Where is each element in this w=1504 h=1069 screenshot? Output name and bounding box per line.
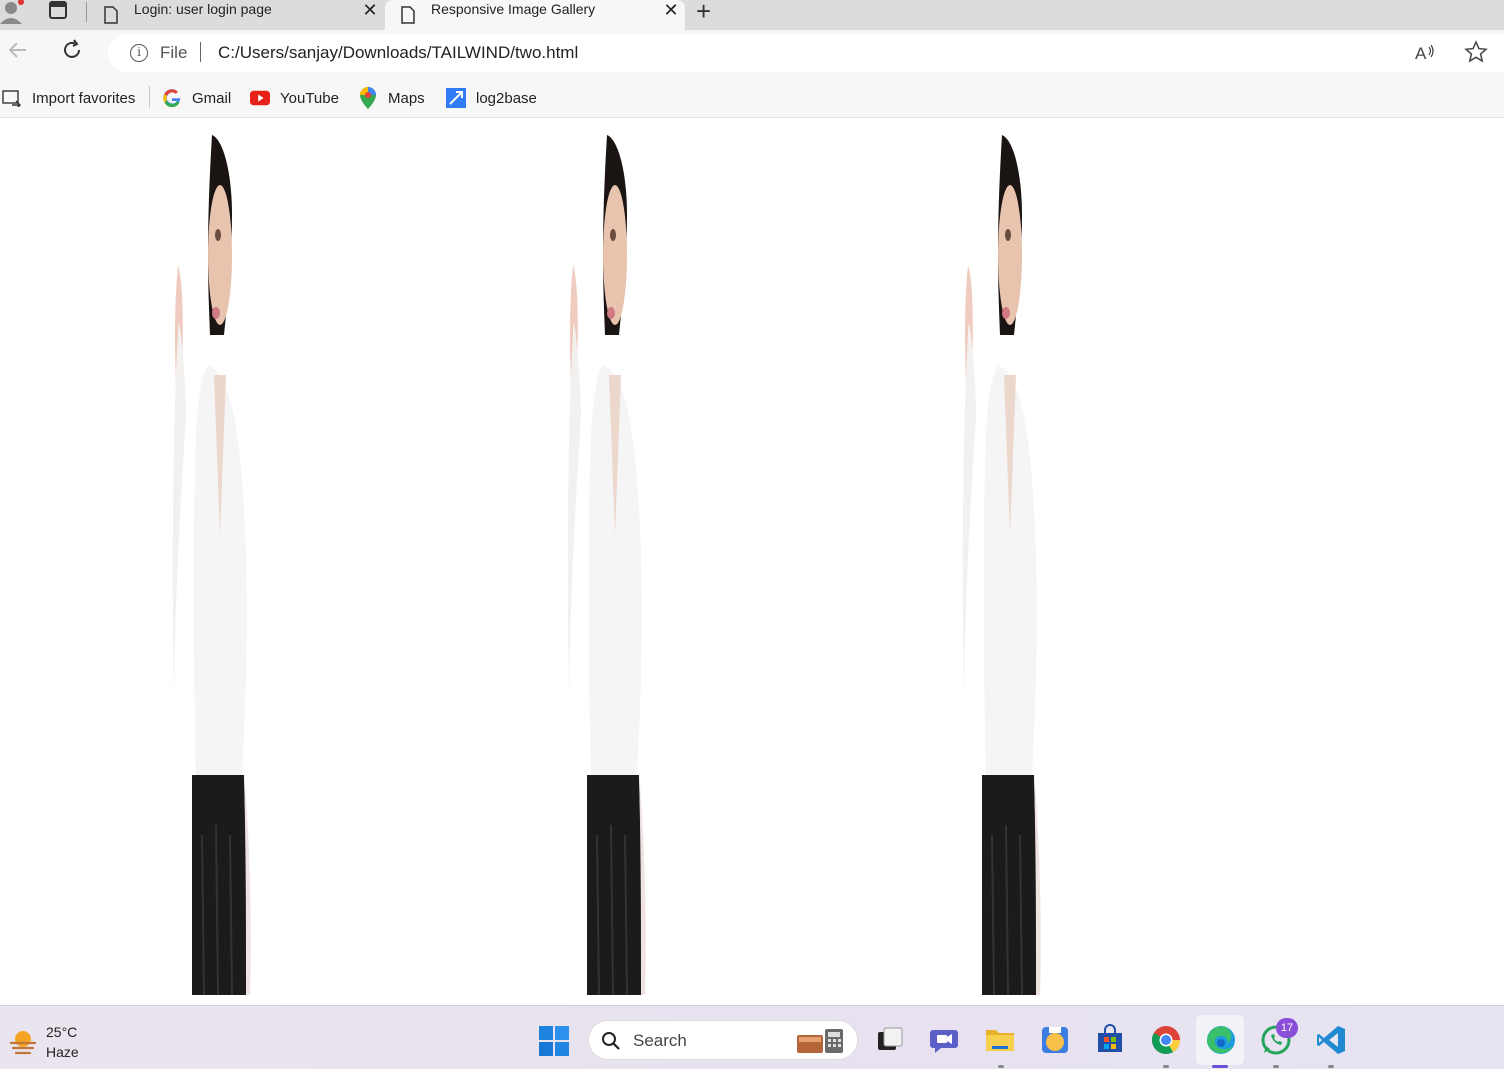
photos-icon[interactable] xyxy=(1039,1024,1071,1056)
favorite-star-icon[interactable] xyxy=(1464,40,1488,64)
browser-toolbar: i File C:/Users/sanjay/Downloads/TAILWIN… xyxy=(0,30,1504,76)
tab-title: Responsive Image Gallery xyxy=(431,1,596,17)
scheme-label: File xyxy=(160,43,188,62)
youtube-icon xyxy=(250,88,270,108)
favorite-gmail[interactable]: Gmail xyxy=(162,88,231,108)
profile-avatar-icon[interactable] xyxy=(0,0,24,24)
site-info-icon[interactable]: i xyxy=(130,44,148,62)
favorite-label: YouTube xyxy=(280,89,339,107)
document-icon xyxy=(104,6,118,24)
file-explorer-icon[interactable] xyxy=(984,1024,1016,1056)
favorites-separator xyxy=(149,86,150,108)
favorite-label: Import favorites xyxy=(32,89,136,107)
import-icon xyxy=(2,88,22,108)
favorite-label: log2base xyxy=(476,89,537,107)
tab-actions-icon[interactable] xyxy=(44,0,72,22)
favorite-label: Maps xyxy=(388,89,425,107)
favorite-import[interactable]: Import favorites xyxy=(2,88,135,108)
address-bar[interactable]: i File C:/Users/sanjay/Downloads/TAILWIN… xyxy=(108,34,1504,72)
favorite-label: Gmail xyxy=(192,89,232,107)
refresh-icon[interactable] xyxy=(60,38,84,62)
search-highlight-icon xyxy=(797,1029,843,1053)
tab-gallery[interactable]: Responsive Image Gallery ✕ xyxy=(385,0,685,30)
vscode-icon[interactable] xyxy=(1315,1024,1347,1056)
weather-condition: Haze xyxy=(46,1044,79,1060)
teams-chat-icon[interactable] xyxy=(929,1024,961,1056)
tab-title: Login: user login page xyxy=(134,1,272,17)
task-view-icon[interactable] xyxy=(874,1024,906,1056)
favorite-log2base[interactable]: log2base xyxy=(446,88,537,108)
url-text[interactable]: C:/Users/sanjay/Downloads/TAILWIND/two.h… xyxy=(218,43,578,63)
tab-separator xyxy=(86,2,87,22)
running-indicator xyxy=(1273,1065,1279,1068)
edge-icon[interactable] xyxy=(1205,1024,1237,1056)
new-tab-icon[interactable]: + xyxy=(696,0,711,27)
tab-strip: Login: user login page ✕ Responsive Imag… xyxy=(0,0,1504,30)
address-separator xyxy=(200,42,201,62)
taskbar-search-box[interactable]: Search xyxy=(588,1020,858,1060)
log2base-icon xyxy=(446,88,466,108)
favorite-youtube[interactable]: YouTube xyxy=(250,88,339,108)
active-indicator xyxy=(1212,1065,1228,1068)
gallery-image-3[interactable] xyxy=(962,135,1052,995)
search-icon xyxy=(602,1032,620,1050)
svg-text:A: A xyxy=(1415,44,1427,63)
close-tab-icon[interactable]: ✕ xyxy=(657,0,685,21)
search-label: Search xyxy=(633,1031,687,1050)
favorite-maps[interactable]: Maps xyxy=(358,87,425,109)
gallery-page xyxy=(0,119,1504,1005)
running-indicator xyxy=(998,1065,1004,1068)
maps-icon xyxy=(358,87,378,109)
start-icon[interactable] xyxy=(539,1026,569,1056)
close-tab-icon[interactable]: ✕ xyxy=(356,0,384,21)
running-indicator xyxy=(1328,1065,1334,1068)
gallery-image-1[interactable] xyxy=(172,135,262,995)
weather-temperature: 25°C xyxy=(46,1024,78,1040)
running-indicator xyxy=(1163,1065,1169,1068)
tab-login[interactable]: Login: user login page ✕ xyxy=(88,0,384,30)
document-icon xyxy=(401,6,415,24)
favorites-bar: Import favorites Gmail YouTube Maps log2… xyxy=(0,76,1504,118)
chrome-icon[interactable] xyxy=(1150,1024,1182,1056)
google-icon xyxy=(162,88,182,108)
back-arrow-icon[interactable] xyxy=(6,38,30,62)
store-icon[interactable] xyxy=(1094,1024,1126,1056)
weather-widget[interactable]: 25°C Haze xyxy=(8,1022,79,1062)
whatsapp-notification-badge: 17 xyxy=(1276,1018,1298,1038)
weather-haze-icon xyxy=(9,1031,37,1055)
read-aloud-icon[interactable]: A xyxy=(1414,42,1436,64)
windows-taskbar: 25°C Haze Search 17 xyxy=(0,1005,1504,1069)
gallery-image-2[interactable] xyxy=(567,135,657,995)
